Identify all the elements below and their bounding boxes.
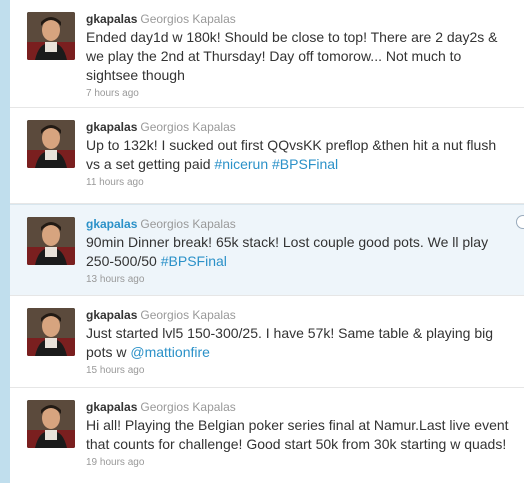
full-name: Georgios Kapalas xyxy=(140,217,236,231)
screen-name-link[interactable]: gkapalas xyxy=(86,12,137,26)
tweet-text-segment: vs a set getting paid xyxy=(86,156,215,172)
tweet-text-line: that counts for challenge! Good start 50… xyxy=(86,435,524,454)
tweet-text: Hi all! Playing the Belgian poker series… xyxy=(86,416,524,454)
tweet-text-segment: 90min Dinner break! 65k stack! Lost coup… xyxy=(86,234,489,250)
tweet-text-line: Hi all! Playing the Belgian poker series… xyxy=(86,416,524,435)
tweet-timestamp[interactable]: 15 hours ago xyxy=(86,365,524,376)
mention-link[interactable]: @mattionfire xyxy=(130,344,210,360)
hashtag-link[interactable]: #BPSFinal xyxy=(161,253,227,269)
tweet-item[interactable]: gkapalas Georgios Kapalas Just started lv… xyxy=(10,296,524,388)
user-avatar[interactable] xyxy=(27,400,75,448)
user-avatar[interactable] xyxy=(27,217,75,265)
tweet-timeline: gkapalas Georgios Kapalas Ended day1d w 1… xyxy=(10,0,524,483)
tweet-text-line: 90min Dinner break! 65k stack! Lost coup… xyxy=(86,233,524,252)
user-avatar[interactable] xyxy=(27,12,75,60)
tweet-timestamp[interactable]: 7 hours ago xyxy=(86,88,524,99)
full-name: Georgios Kapalas xyxy=(140,12,236,26)
tweet-content: gkapalas Georgios Kapalas Ended day1d w 1… xyxy=(86,12,524,99)
tweet-meta: gkapalas Georgios Kapalas xyxy=(86,120,524,135)
tweet-text: Up to 132k! I sucked out first QQvsKK pr… xyxy=(86,136,524,174)
tweet-text-segment: sightsee though xyxy=(86,67,185,83)
tweet-text-segment: pots w xyxy=(86,344,131,360)
tweet-text-segment: we play the 2nd at Thursday! Day off tom… xyxy=(86,48,462,64)
full-name: Georgios Kapalas xyxy=(140,120,236,134)
tweet-text-segment: that counts for challenge! Good start 50… xyxy=(86,436,507,452)
tweet-text-line: pots w @mattionfire xyxy=(86,343,524,362)
tweet-item-hovered[interactable]: gkapalas Georgios Kapalas 90min Dinner br… xyxy=(10,204,524,296)
tweet-item[interactable]: gkapalas Georgios Kapalas Hi all! Playing… xyxy=(10,388,524,483)
tweet-meta: gkapalas Georgios Kapalas xyxy=(86,308,524,323)
tweet-text-line: 250-500/50 #BPSFinal xyxy=(86,252,524,271)
tweet-text: 90min Dinner break! 65k stack! Lost coup… xyxy=(86,233,524,271)
screen-name-link[interactable]: gkapalas xyxy=(86,400,137,414)
tweet-content: gkapalas Georgios Kapalas Hi all! Playing… xyxy=(86,400,524,468)
tweet-item[interactable]: gkapalas Georgios Kapalas Up to 132k! I s… xyxy=(10,108,524,204)
tweet-content: gkapalas Georgios Kapalas 90min Dinner br… xyxy=(86,217,524,285)
tweet-text-line: Just started lvl5 150-300/25. I have 57k… xyxy=(86,324,524,343)
tweet-timestamp[interactable]: 19 hours ago xyxy=(86,457,524,468)
tweet-meta: gkapalas Georgios Kapalas xyxy=(86,217,524,232)
tweet-text-line: vs a set getting paid #nicerun #BPSFinal xyxy=(86,155,524,174)
tweet-meta: gkapalas Georgios Kapalas xyxy=(86,400,524,415)
tweet-timestamp[interactable]: 11 hours ago xyxy=(86,177,524,188)
tweet-text-line: Ended day1d w 180k! Should be close to t… xyxy=(86,28,524,47)
tweet-text-line: Up to 132k! I sucked out first QQvsKK pr… xyxy=(86,136,524,155)
tweet-text-line: we play the 2nd at Thursday! Day off tom… xyxy=(86,47,524,66)
tweet-item[interactable]: gkapalas Georgios Kapalas Ended day1d w 1… xyxy=(10,0,524,108)
tweet-text-line: sightsee though xyxy=(86,66,524,85)
tweet-text-segment: Hi all! Playing the Belgian poker series… xyxy=(86,417,509,433)
tweet-text-segment: Just started lvl5 150-300/25. I have 57k… xyxy=(86,325,494,341)
tweet-content: gkapalas Georgios Kapalas Just started lv… xyxy=(86,308,524,376)
tweet-meta: gkapalas Georgios Kapalas xyxy=(86,12,524,27)
hashtag-link[interactable]: #BPSFinal xyxy=(272,156,338,172)
tweet-text-segment: 250-500/50 xyxy=(86,253,161,269)
user-avatar[interactable] xyxy=(27,120,75,168)
full-name: Georgios Kapalas xyxy=(140,308,236,322)
tweet-text: Ended day1d w 180k! Should be close to t… xyxy=(86,28,524,85)
screen-name-link[interactable]: gkapalas xyxy=(86,308,137,322)
full-name: Georgios Kapalas xyxy=(140,400,236,414)
tweet-content: gkapalas Georgios Kapalas Up to 132k! I s… xyxy=(86,120,524,188)
screen-name-link[interactable]: gkapalas xyxy=(86,120,137,134)
tweet-actions-icon[interactable] xyxy=(516,215,524,229)
user-avatar[interactable] xyxy=(27,308,75,356)
tweet-text: Just started lvl5 150-300/25. I have 57k… xyxy=(86,324,524,362)
tweet-timestamp[interactable]: 13 hours ago xyxy=(86,274,524,285)
page-background xyxy=(0,0,10,483)
tweet-text-segment: Up to 132k! I sucked out first QQvsKK pr… xyxy=(86,137,497,153)
tweet-text-segment: Ended day1d w 180k! Should be close to t… xyxy=(86,29,498,45)
hashtag-link[interactable]: #nicerun xyxy=(214,156,268,172)
screen-name-link[interactable]: gkapalas xyxy=(86,217,137,231)
